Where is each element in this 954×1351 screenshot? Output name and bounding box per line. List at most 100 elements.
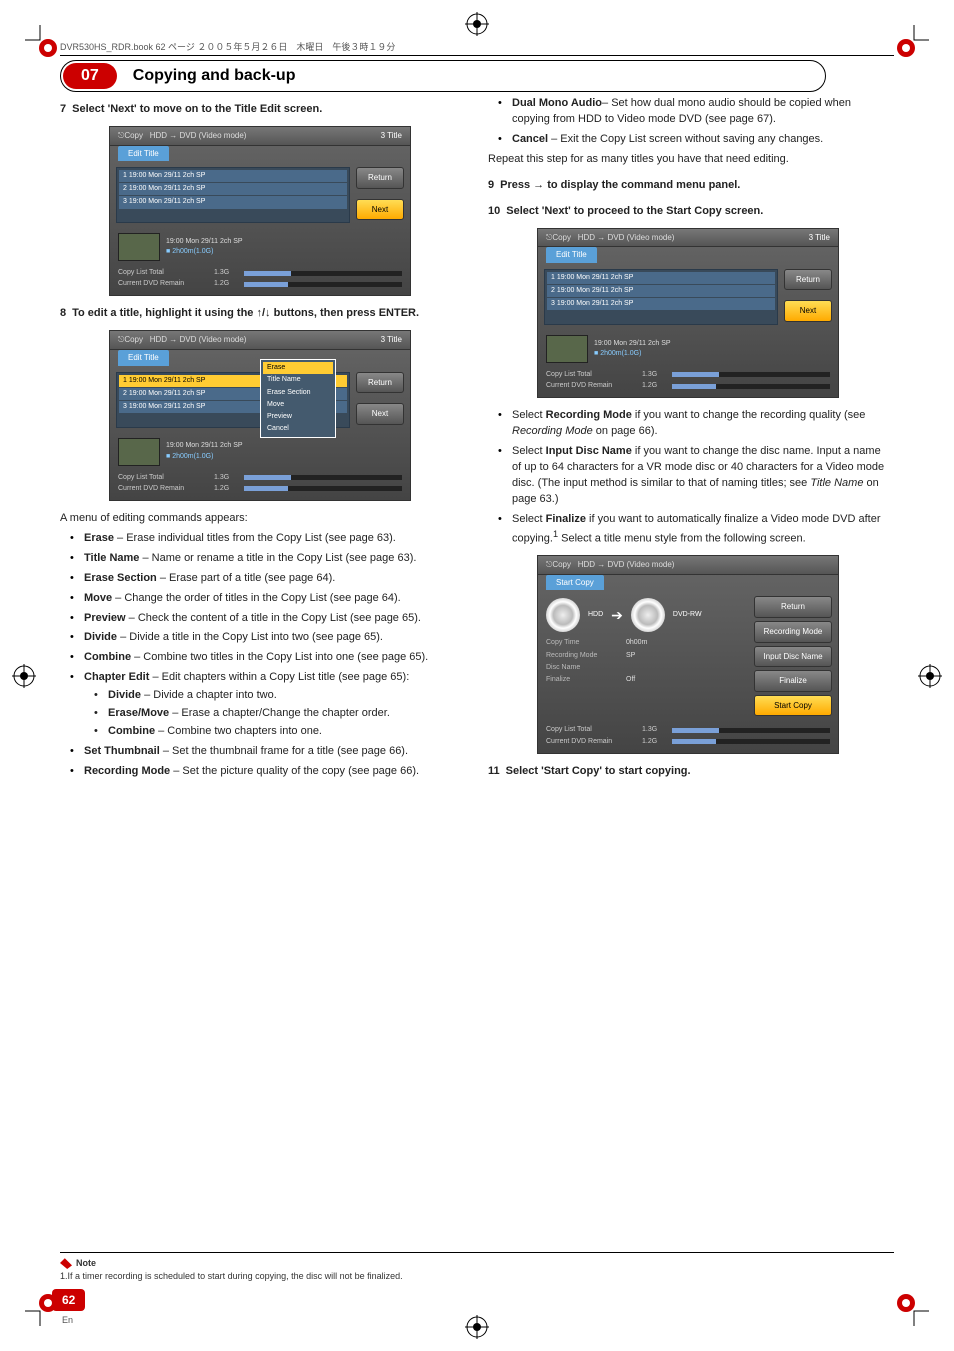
chapter-header: 07 Copying and back-up — [60, 60, 894, 92]
thumbnail-icon — [118, 438, 160, 466]
copy-list-total-label: Copy List Total — [118, 473, 208, 483]
copy-list-total-label: Copy List Total — [118, 268, 208, 278]
next-button[interactable]: Next — [356, 199, 404, 221]
screenshot-edit-popup: ⎋ Copy HDD → DVD (Video mode) 3 Title Ed… — [109, 330, 411, 500]
list-item: 3 19:00 Mon 29/11 2ch SP — [119, 196, 347, 208]
thumb-info: 19:00 Mon 29/11 2ch SP — [166, 441, 243, 451]
list-item: Select Recording Mode if you want to cha… — [502, 408, 888, 440]
rec-mode-value: SP — [626, 652, 635, 659]
side-start-copy-button[interactable]: Start Copy — [754, 695, 832, 717]
registration-mark-icon — [918, 664, 942, 688]
list-item: Select Finalize if you want to automatic… — [502, 512, 888, 548]
copy-list-total-value: 1.3G — [214, 473, 238, 483]
screenshot-start-copy: ⎋ Copy HDD → DVD (Video mode) Start Copy… — [537, 555, 839, 753]
copy-time-value: 0h00m — [626, 639, 647, 646]
edit-title-tab: Edit Title — [546, 247, 597, 263]
right-column: Dual Mono Audio– Set how dual mono audio… — [488, 92, 888, 784]
list-item: Preview – Check the content of a title i… — [74, 611, 460, 627]
copy-list-total-label: Copy List Total — [546, 725, 636, 735]
next-button[interactable]: Next — [784, 300, 832, 322]
list-item: Select Input Disc Name if you want to ch… — [502, 444, 888, 508]
dvd-disc-icon — [631, 598, 665, 632]
popup-item-move[interactable]: Move — [263, 399, 333, 411]
chapter-title: Copying and back-up — [125, 65, 304, 87]
dvd-remain-label: Current DVD Remain — [118, 484, 208, 494]
registration-mark-icon — [465, 1315, 489, 1339]
title-list: 1 19:00 Mon 29/11 2ch SP 2 19:00 Mon 29/… — [544, 269, 778, 325]
pencil-icon — [60, 1257, 72, 1269]
list-item: Erase Section – Erase part of a title (s… — [74, 571, 460, 587]
repeat-text: Repeat this step for as many titles you … — [488, 152, 888, 168]
arrow-right-icon: ➔ — [611, 605, 623, 625]
page-number: 62 — [52, 1289, 85, 1311]
dvd-remain-label: Current DVD Remain — [546, 737, 636, 747]
hdd-label: HDD — [588, 610, 603, 620]
list-item: 1 19:00 Mon 29/11 2ch SP — [119, 170, 347, 182]
side-input-disc-name-button[interactable]: Input Disc Name — [754, 646, 832, 668]
registration-mark-icon — [465, 12, 489, 36]
list-item: Divide – Divide a chapter into two. — [98, 688, 460, 704]
note-section: Note 1.If a timer recording is scheduled… — [60, 1252, 894, 1281]
list-item: Title Name – Name or rename a title in t… — [74, 551, 460, 567]
dvd-label: DVD-RW — [673, 610, 702, 620]
crop-mark-icon — [894, 20, 934, 60]
step-8: 8To edit a title, highlight it using the… — [60, 306, 460, 322]
thumb-info: 19:00 Mon 29/11 2ch SP — [166, 237, 243, 247]
list-item: Set Thumbnail – Set the thumbnail frame … — [74, 744, 460, 760]
note-label: Note — [76, 1258, 96, 1268]
thumb-info: 19:00 Mon 29/11 2ch SP — [594, 339, 671, 349]
screenshot-start-copy-nav: ⎋ Copy HDD → DVD (Video mode) 3 Title Ed… — [537, 228, 839, 398]
side-return-button[interactable]: Return — [754, 596, 832, 618]
popup-item-title-name[interactable]: Title Name — [263, 374, 333, 386]
list-item: Erase – Erase individual titles from the… — [74, 531, 460, 547]
disc-name-label: Disc Name — [546, 663, 626, 673]
thumb-duration: 2h00m(1.0G) — [600, 350, 641, 357]
copy-list-total-value: 1.3G — [642, 725, 666, 735]
copy-time-label: Copy Time — [546, 638, 626, 648]
copy-list-total-value: 1.3G — [214, 268, 238, 278]
menu-intro: A menu of editing commands appears: — [60, 511, 460, 527]
next-button[interactable]: Next — [356, 403, 404, 425]
list-item: Erase/Move – Erase a chapter/Change the … — [98, 706, 460, 722]
list-item: Dual Mono Audio– Set how dual mono audio… — [502, 96, 888, 128]
thumb-duration: 2h00m(1.0G) — [172, 453, 213, 460]
list-item: Move – Change the order of titles in the… — [74, 591, 460, 607]
copy-list-total-label: Copy List Total — [546, 370, 636, 380]
popup-item-preview[interactable]: Preview — [263, 411, 333, 423]
thumbnail-icon — [546, 335, 588, 363]
popup-item-cancel[interactable]: Cancel — [263, 423, 333, 435]
start-copy-tab: Start Copy — [546, 575, 604, 591]
screenshot-edit-title: ⎋ Copy HDD → DVD (Video mode) 3 Title Ed… — [109, 126, 411, 296]
title-list: 1 19:00 Mon 29/11 2ch SP 2 19:00 Mon 29/… — [116, 167, 350, 223]
list-item: Cancel – Exit the Copy List screen witho… — [502, 132, 888, 148]
dvd-remain-value: 1.2G — [642, 737, 666, 747]
page-language: En — [62, 1315, 73, 1325]
list-item: Combine – Combine two titles in the Copy… — [74, 650, 460, 666]
return-button[interactable]: Return — [784, 269, 832, 291]
dvd-remain-value: 1.2G — [214, 484, 238, 494]
edit-title-tab: Edit Title — [118, 350, 169, 366]
return-button[interactable]: Return — [356, 372, 404, 394]
dvd-remain-label: Current DVD Remain — [546, 381, 636, 391]
popup-item-erase-section[interactable]: Erase Section — [263, 387, 333, 399]
side-recording-mode-button[interactable]: Recording Mode — [754, 621, 832, 643]
popup-item-erase[interactable]: Erase — [263, 362, 333, 374]
note-text: 1.If a timer recording is scheduled to s… — [60, 1271, 894, 1281]
side-finalize-button[interactable]: Finalize — [754, 670, 832, 692]
chapter-number: 07 — [63, 63, 117, 89]
list-item: 2 19:00 Mon 29/11 2ch SP — [547, 285, 775, 297]
edit-popup: Erase Title Name Erase Section Move Prev… — [260, 359, 336, 438]
rec-mode-label: Recording Mode — [546, 651, 626, 661]
dvd-remain-value: 1.2G — [214, 279, 238, 289]
dvd-remain-label: Current DVD Remain — [118, 279, 208, 289]
dvd-remain-value: 1.2G — [642, 381, 666, 391]
step-10: 10Select 'Next' to proceed to the Start … — [488, 204, 888, 220]
thumb-duration: 2h00m(1.0G) — [172, 248, 213, 255]
return-button[interactable]: Return — [356, 167, 404, 189]
copy-list-total-value: 1.3G — [642, 370, 666, 380]
list-item: Chapter Edit – Edit chapters within a Co… — [74, 670, 460, 740]
doc-header: DVR530HS_RDR.book 62 ページ ２００５年５月２６日 木曜日 … — [60, 40, 894, 56]
thumbnail-icon — [118, 233, 160, 261]
finalize-label: Finalize — [546, 675, 626, 685]
left-column: 7Select 'Next' to move on to the Title E… — [60, 92, 460, 784]
